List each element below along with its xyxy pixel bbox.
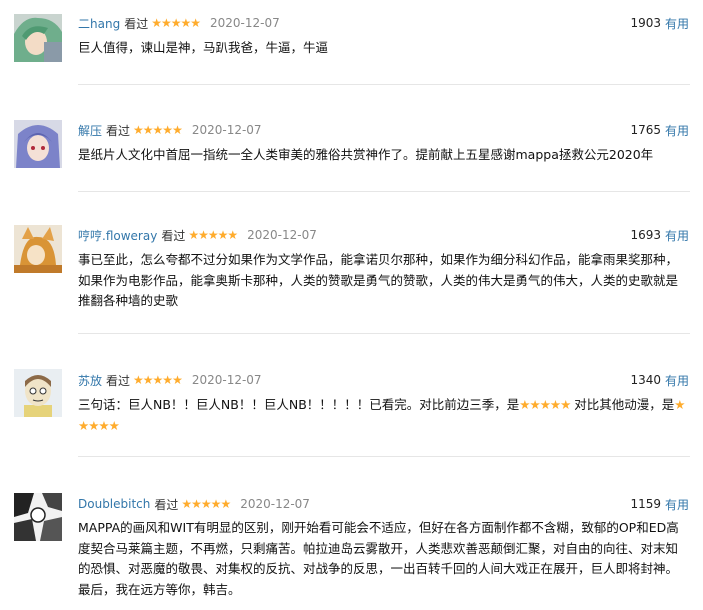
review-text: 事已至此，怎么夸都不过分如果作为文学作品，能拿诺贝尔那种，如果作为细分科幻作品，… — [78, 252, 679, 308]
review-text: 是纸片人文化中首屈一指统一全人类审美的雅俗共赏神作了。提前献上五星感谢mappa… — [78, 147, 654, 162]
inline-stars: ★★★★★ — [519, 397, 571, 412]
rating-stars: ★★★★★ — [151, 16, 201, 30]
divider — [78, 191, 690, 192]
review-text: 三句话：巨人NB！！巨人NB！！巨人NB！！！！！已看完。对比前边三季，是★★★… — [78, 395, 690, 436]
review-date: 2020-12-07 — [247, 228, 317, 242]
divider — [78, 456, 690, 457]
user-avatar[interactable] — [14, 369, 62, 417]
rating-stars: ★★★★★ — [188, 228, 238, 242]
username-link[interactable]: 哼哼.floweray — [78, 227, 157, 244]
watched-label: 看过 — [124, 16, 149, 31]
review-item: 解压 看过 ★★★★★ 2020-12-07 1765 有用 是纸片人文化中首屈… — [0, 120, 703, 180]
useful-button[interactable]: 有用 — [665, 122, 689, 139]
vote-count: 1903 — [630, 16, 661, 30]
vote-area: 1765 有用 — [630, 120, 689, 140]
anime-avatar-green-hair-icon — [14, 14, 62, 62]
review-text: MAPPA的画风和WIT有明显的区别，刚开始看可能会不适应，但好在各方面制作都不… — [78, 520, 679, 597]
vote-count: 1693 — [630, 228, 661, 242]
rating-stars: ★★★★★ — [181, 497, 231, 511]
useful-button[interactable]: 有用 — [665, 15, 689, 32]
divider — [78, 333, 690, 334]
anime-avatar-blue-hair-icon — [14, 120, 62, 168]
watched-label: 看过 — [154, 497, 179, 512]
vote-area: 1693 有用 — [630, 225, 689, 245]
username-link[interactable]: 苏放 — [78, 372, 102, 389]
user-avatar[interactable] — [14, 493, 62, 541]
vote-count: 1159 — [630, 497, 661, 511]
review-date: 2020-12-07 — [240, 497, 310, 511]
user-avatar[interactable] — [14, 14, 62, 62]
watched-label: 看过 — [106, 123, 131, 138]
review-text-part: 对比其他动漫，是 — [570, 397, 675, 412]
cartoon-avatar-face-icon — [14, 369, 62, 417]
vote-count: 1765 — [630, 123, 661, 137]
review-item: 哼哼.floweray 看过 ★★★★★ 2020-12-07 1693 有用 … — [0, 225, 703, 315]
vote-area: 1340 有用 — [630, 370, 689, 390]
review-meta: 苏放 看过 ★★★★★ 2020-12-07 — [78, 370, 262, 390]
useful-button[interactable]: 有用 — [665, 372, 689, 389]
divider — [78, 84, 690, 85]
rating-stars: ★★★★★ — [133, 123, 183, 137]
review-date: 2020-12-07 — [210, 16, 280, 30]
user-avatar[interactable] — [14, 120, 62, 168]
rating-stars: ★★★★★ — [133, 373, 183, 387]
anime-avatar-fox-icon — [14, 225, 62, 273]
review-meta: Doublebitch 看过 ★★★★★ 2020-12-07 — [78, 494, 310, 514]
review-meta: 解压 看过 ★★★★★ 2020-12-07 — [78, 120, 262, 140]
review-meta: 哼哼.floweray 看过 ★★★★★ 2020-12-07 — [78, 225, 317, 245]
review-text-part: 三句话：巨人NB！！巨人NB！！巨人NB！！！！！已看完。对比前边三季，是 — [78, 397, 520, 412]
review-item: 二hang 看过 ★★★★★ 2020-12-07 1903 有用 巨人值得，谏… — [0, 13, 703, 83]
watched-label: 看过 — [161, 228, 186, 243]
vote-count: 1340 — [630, 373, 661, 387]
review-item: 苏放 看过 ★★★★★ 2020-12-07 1340 有用 三句话：巨人NB！… — [0, 369, 703, 440]
watched-label: 看过 — [106, 373, 131, 388]
review-text: 巨人值得，谏山是神，马趴我爸，牛逼，牛逼 — [78, 40, 329, 55]
user-avatar[interactable] — [14, 225, 62, 273]
review-meta: 二hang 看过 ★★★★★ 2020-12-07 — [78, 13, 280, 33]
review-item: Doublebitch 看过 ★★★★★ 2020-12-07 1159 有用 … — [0, 493, 703, 604]
manga-avatar-icon — [14, 493, 62, 541]
useful-button[interactable]: 有用 — [665, 227, 689, 244]
review-date: 2020-12-07 — [191, 123, 262, 137]
vote-area: 1159 有用 — [630, 494, 689, 514]
username-link[interactable]: 解压 — [78, 122, 102, 139]
username-link[interactable]: Doublebitch — [78, 497, 150, 511]
review-date: 2020-12-07 — [191, 373, 262, 387]
username-link[interactable]: 二hang — [78, 15, 120, 32]
vote-area: 1903 有用 — [630, 13, 689, 33]
useful-button[interactable]: 有用 — [665, 496, 689, 513]
